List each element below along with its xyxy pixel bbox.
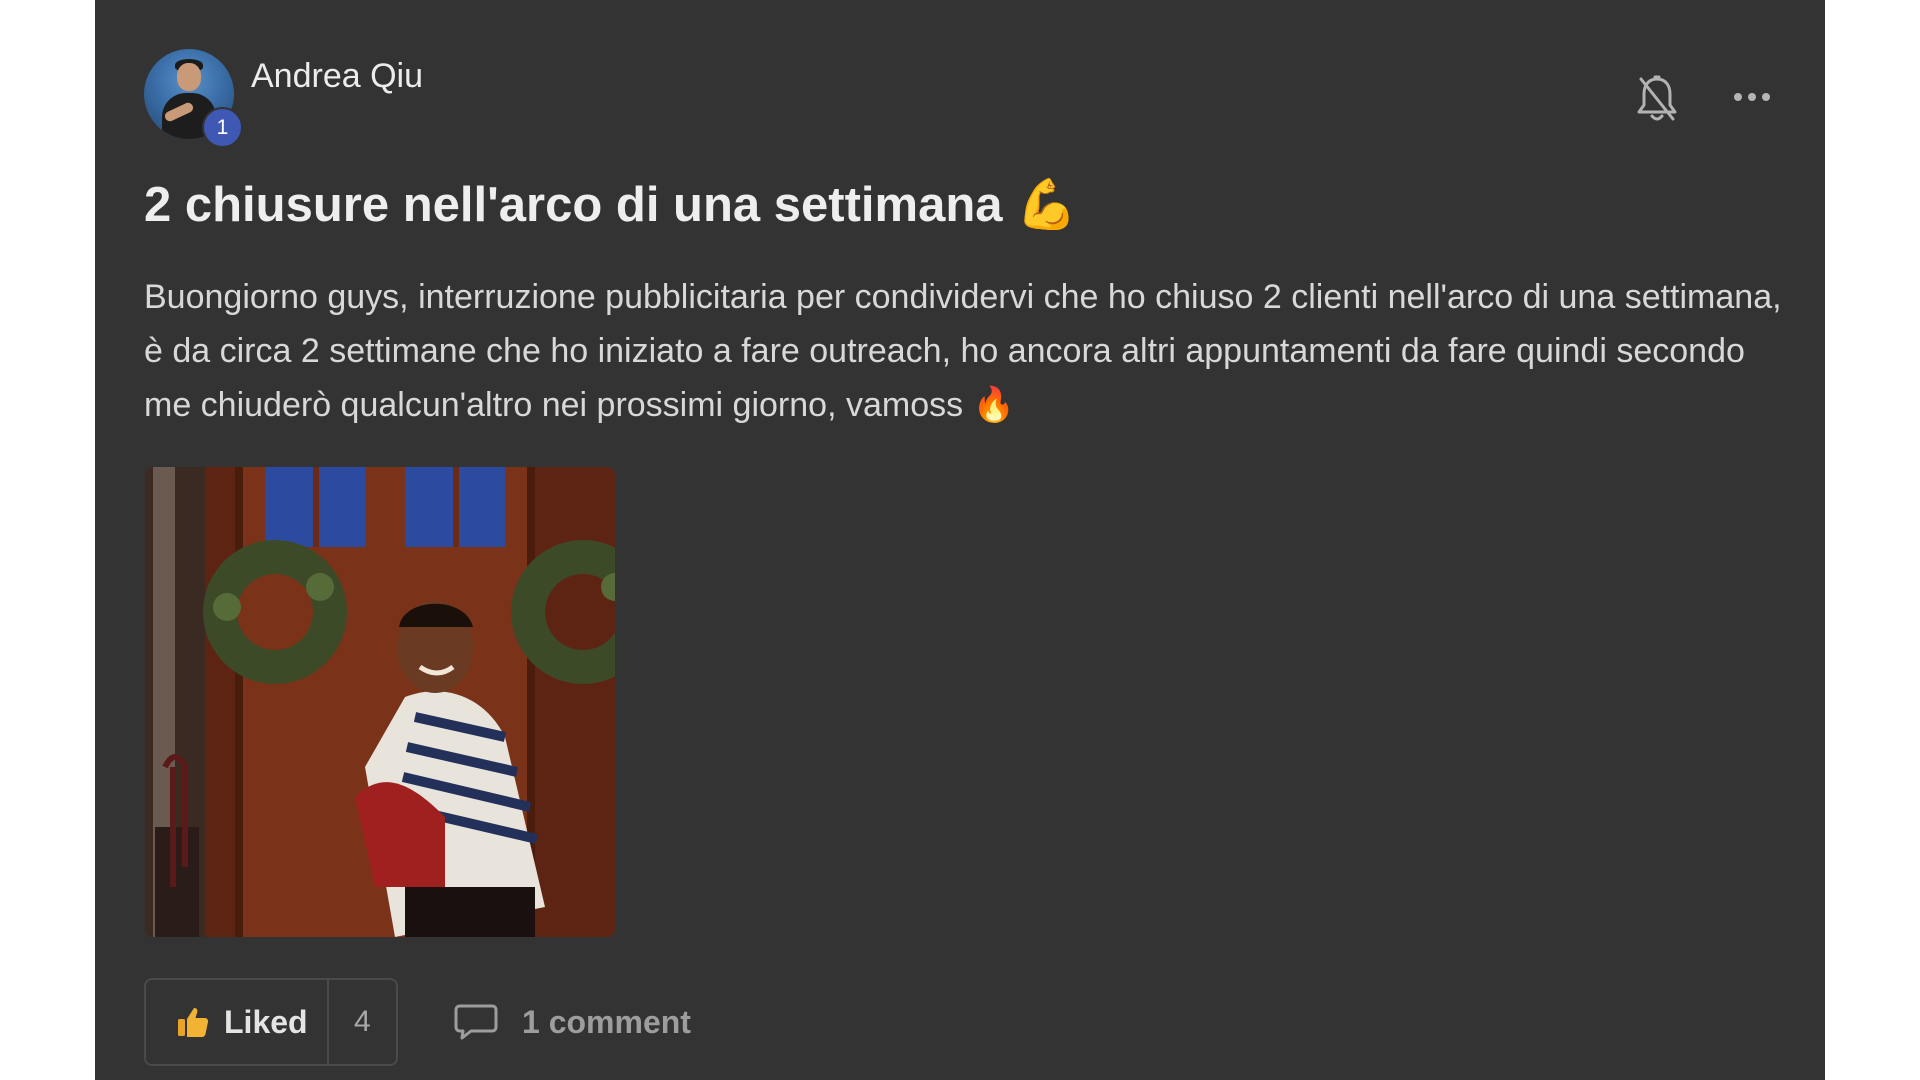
post-title: 2 chiusure nell'arco di una settimana 💪 — [144, 176, 1077, 233]
post-header: 1 Andrea Qiu — [144, 49, 1776, 149]
post-body-text: Buongiorno guys, interruzione pubblicita… — [144, 278, 1782, 424]
flexed-biceps-emoji: 💪 — [1016, 176, 1078, 233]
post-gif[interactable] — [145, 467, 615, 937]
comment-button[interactable]: 1 comment — [454, 978, 691, 1066]
bell-off-icon — [1637, 75, 1677, 121]
avatar-face — [177, 63, 201, 91]
post-body: Buongiorno guys, interruzione pubblicita… — [144, 270, 1784, 432]
more-dot — [1762, 93, 1770, 101]
comment-count-label: 1 comment — [522, 1003, 691, 1040]
notification-toggle-button[interactable] — [1633, 73, 1681, 125]
more-horizontal-icon — [1734, 93, 1742, 101]
more-options-button[interactable] — [1728, 77, 1776, 117]
post-actions: Liked 4 1 comment — [144, 978, 844, 1068]
like-count[interactable]: 4 — [326, 980, 396, 1064]
like-group: Liked 4 — [144, 978, 398, 1066]
like-label: Liked — [224, 1003, 308, 1040]
like-button[interactable]: Liked — [146, 980, 327, 1064]
post-title-text: 2 chiusure nell'arco di una settimana — [144, 178, 1003, 232]
post-card: 1 Andrea Qiu 2 chiusure nell'arco di una… — [95, 0, 1825, 1080]
comment-bubble-icon — [454, 1004, 498, 1040]
thumbs-up-icon — [178, 1008, 209, 1037]
dancing-man-gif — [145, 467, 615, 937]
level-badge: 1 — [202, 107, 243, 148]
author-name[interactable]: Andrea Qiu — [251, 57, 423, 96]
more-dot — [1748, 93, 1756, 101]
fire-emoji: 🔥 — [972, 385, 1015, 425]
